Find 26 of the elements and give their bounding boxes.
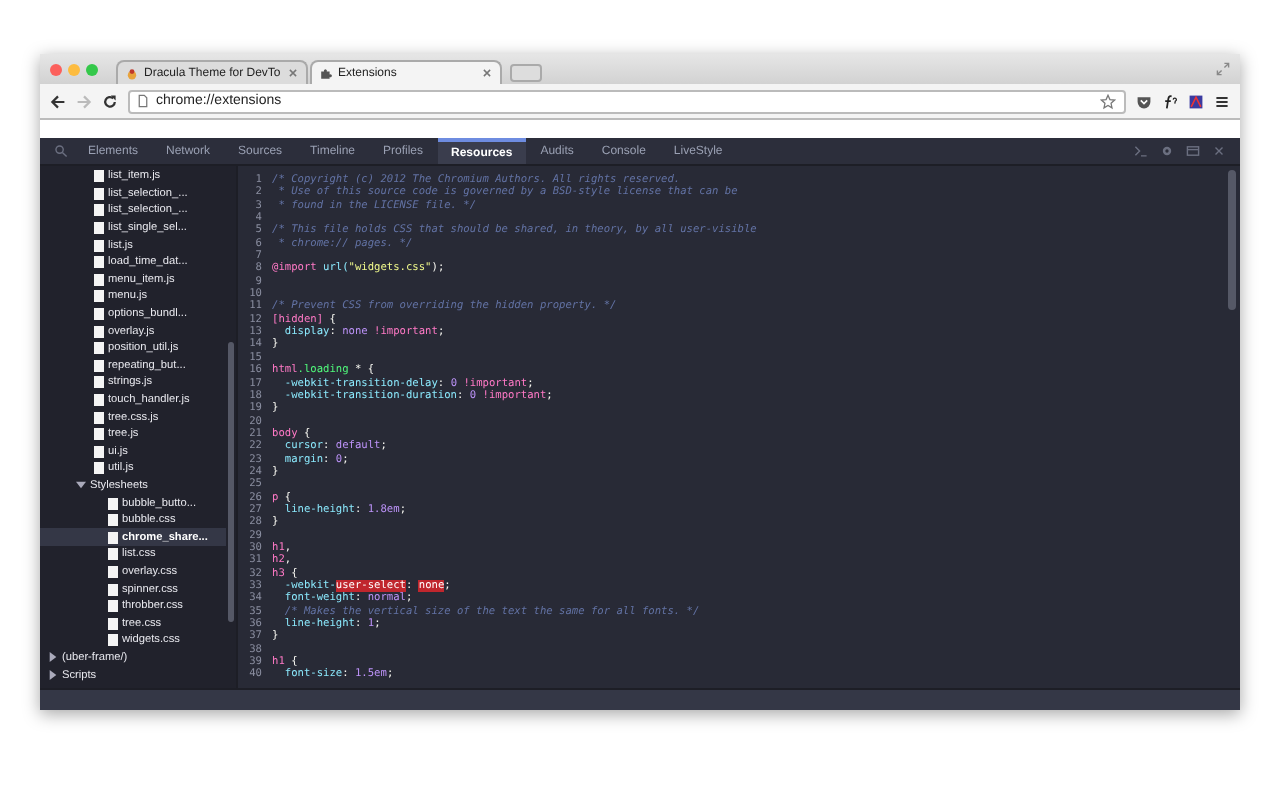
- settings-icon[interactable]: [1160, 144, 1174, 158]
- close-window-icon[interactable]: [50, 63, 62, 75]
- close-icon[interactable]: [482, 68, 492, 78]
- favicon-icon: [126, 67, 138, 79]
- expanded-triangle-icon[interactable]: [76, 480, 86, 491]
- page-icon: [138, 94, 148, 108]
- puzzle-icon: [320, 67, 332, 79]
- zoom-window-icon[interactable]: [86, 63, 98, 75]
- back-icon[interactable]: [50, 93, 66, 109]
- close-icon[interactable]: [288, 68, 298, 78]
- scrollbar-thumb[interactable]: [228, 342, 234, 622]
- search-icon[interactable]: [54, 144, 68, 158]
- close-icon[interactable]: [1212, 144, 1226, 158]
- reload-icon[interactable]: [102, 93, 118, 109]
- fullscreen-icon[interactable]: [1216, 62, 1230, 76]
- star-icon[interactable]: [1100, 93, 1116, 109]
- dock-icon[interactable]: [1186, 144, 1200, 158]
- collapsed-triangle-icon[interactable]: [48, 652, 58, 663]
- scrollbar-thumb[interactable]: [1228, 170, 1236, 310]
- pocket-icon[interactable]: [1136, 93, 1152, 109]
- console-prompt-icon[interactable]: [1134, 144, 1148, 158]
- extension-icon[interactable]: [1188, 93, 1204, 109]
- menu-icon[interactable]: [1214, 93, 1230, 109]
- new-tab-button[interactable]: [510, 64, 542, 82]
- script-f-icon[interactable]: [1162, 93, 1178, 109]
- collapsed-triangle-icon[interactable]: [48, 670, 58, 681]
